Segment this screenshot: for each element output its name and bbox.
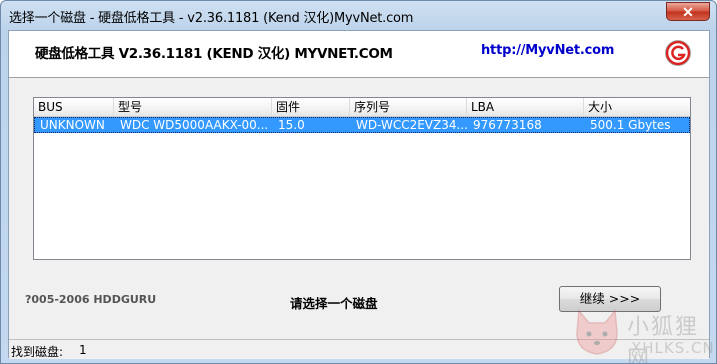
cell-lba: 976773168: [473, 118, 542, 132]
copyright-text: ?005-2006 HDDGURU: [25, 293, 157, 306]
cell-firmware: 15.0: [278, 118, 305, 132]
disks-found-label: 找到磁盘:: [11, 345, 64, 359]
cell-size: 500.1 Gbytes: [590, 118, 671, 132]
fox-icon: [576, 309, 618, 355]
disk-list[interactable]: BUS 型号 固件 序列号 LBA 大小 UNKNOWN WDC WD5000A…: [33, 97, 691, 260]
cell-bus: UNKNOWN: [40, 118, 105, 132]
column-model[interactable]: 型号: [114, 98, 272, 116]
window-title: 选择一个磁盘 - 硬盘低格工具 - v2.36.1181 (Kend 汉化)My…: [9, 11, 414, 26]
cell-model: WDC WD5000AAKX-00...: [120, 118, 269, 132]
close-icon: ✕: [682, 4, 694, 20]
cell-serial: WD-WCC2EVZ34...: [356, 118, 468, 132]
app-window: 选择一个磁盘 - 硬盘低格工具 - v2.36.1181 (Kend 汉化)My…: [0, 0, 717, 364]
close-button[interactable]: ✕: [666, 2, 710, 21]
column-firmware[interactable]: 固件: [272, 98, 350, 116]
select-prompt: 请选择一个磁盘: [290, 296, 378, 311]
watermark-en: XHLKS.CN: [631, 339, 715, 357]
watermark: 小狐狸网 XHLKS.CN: [571, 301, 716, 363]
disks-found-count: 1: [79, 343, 87, 357]
column-header: BUS 型号 固件 序列号 LBA 大小: [34, 98, 690, 117]
title-bar[interactable]: 选择一个磁盘 - 硬盘低格工具 - v2.36.1181 (Kend 汉化)My…: [1, 1, 716, 30]
g-logo-icon: [665, 40, 691, 66]
column-lba[interactable]: LBA: [467, 98, 584, 116]
header-banner: 硬盘低格工具 V2.36.1181 (KEND 汉化) MYVNET.COM h…: [9, 31, 709, 78]
app-title: 硬盘低格工具 V2.36.1181 (KEND 汉化) MYVNET.COM: [35, 46, 393, 62]
site-link[interactable]: http://MyvNet.com: [481, 43, 614, 58]
column-bus[interactable]: BUS: [34, 98, 114, 116]
column-size[interactable]: 大小: [584, 98, 690, 116]
disk-row[interactable]: UNKNOWN WDC WD5000AAKX-00... 15.0 WD-WCC…: [34, 117, 690, 133]
column-serial[interactable]: 序列号: [350, 98, 467, 116]
